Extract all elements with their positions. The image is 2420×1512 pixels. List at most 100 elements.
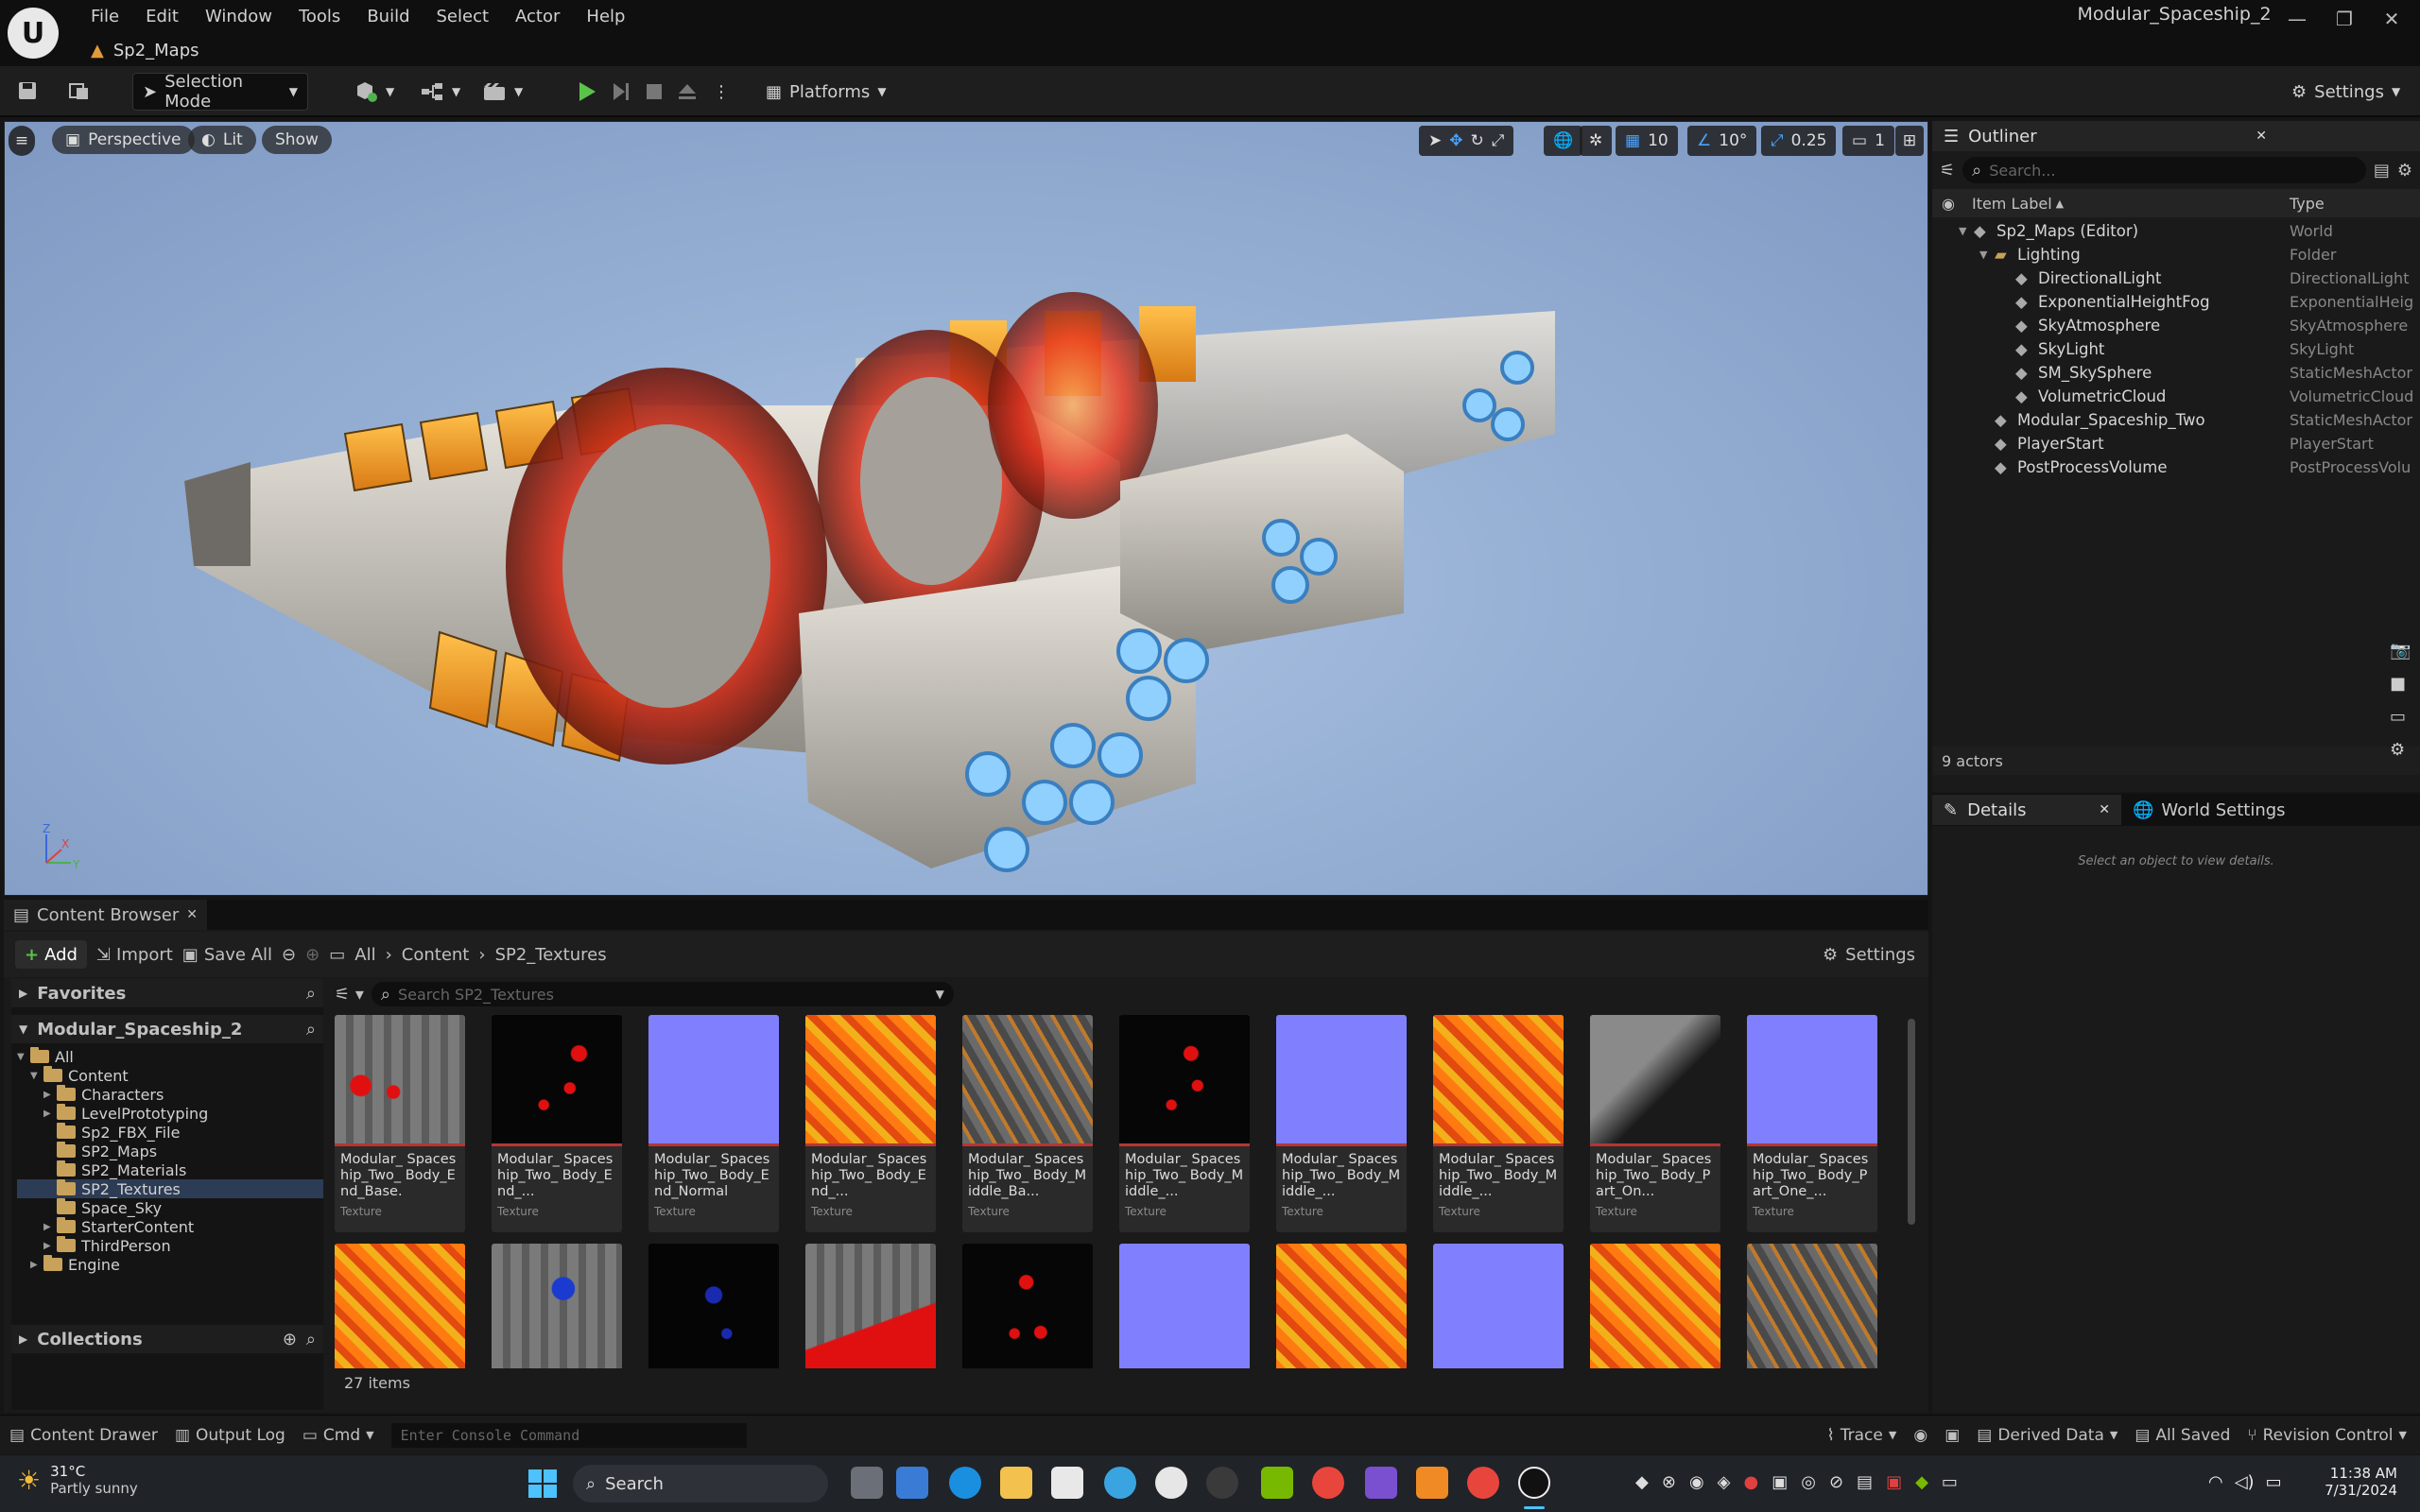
- media-app-icon[interactable]: [1365, 1467, 1397, 1499]
- expand-arrow-icon[interactable]: ▼: [17, 1052, 30, 1062]
- rotation-snap-button[interactable]: ∠ 10°: [1687, 126, 1757, 156]
- record-tray-icon[interactable]: ●: [1744, 1472, 1759, 1492]
- folder-tree-item[interactable]: ▶ Characters: [17, 1085, 323, 1104]
- folder-tree-item[interactable]: ▶ ThirdPerson: [17, 1236, 323, 1255]
- outliner-row[interactable]: ◆ VolumetricCloud VolumetricCloud: [1932, 385, 2420, 408]
- content-drawer-button[interactable]: ▤ Content Drawer: [9, 1426, 158, 1445]
- folder-tree-item[interactable]: SP2_Textures: [17, 1179, 323, 1198]
- cmd-dropdown[interactable]: ▭ Cmd ▼: [302, 1426, 374, 1445]
- browser-icon[interactable]: [1104, 1467, 1136, 1499]
- taskbar-search[interactable]: ⌕ Search: [573, 1465, 828, 1503]
- asset-tile[interactable]: [1590, 1244, 1720, 1368]
- outliner-row[interactable]: ◆ Modular_Spaceship_Two StaticMeshActor: [1932, 408, 2420, 432]
- asset-tile[interactable]: Modular_ Spaceship_Two_ Body_End_Normal T…: [648, 1015, 779, 1232]
- add-collection-icon[interactable]: ⊕: [283, 1330, 297, 1349]
- video-icon[interactable]: ■: [2390, 674, 2411, 694]
- folder-tree-item[interactable]: ▶ StarterContent: [17, 1217, 323, 1236]
- unreal-logo-icon[interactable]: U: [8, 8, 59, 59]
- folder-tree-item[interactable]: SP2_Maps: [17, 1142, 323, 1160]
- viewport-menu-icon[interactable]: ≡: [9, 126, 35, 156]
- settings-button[interactable]: ⚙ Settings ▼: [2282, 73, 2410, 111]
- translate-icon[interactable]: ✥: [1449, 131, 1462, 150]
- asset-tile[interactable]: [1276, 1244, 1407, 1368]
- menu-actor[interactable]: Actor: [502, 7, 573, 26]
- add-button[interactable]: + Add: [15, 940, 87, 969]
- nvidia-icon[interactable]: [1261, 1467, 1293, 1499]
- surface-snap-icon[interactable]: ✲: [1580, 126, 1613, 156]
- outliner-tab[interactable]: ☰ Outliner ✕: [1932, 121, 2420, 151]
- breadcrumb-content[interactable]: Content: [402, 945, 470, 965]
- sublime-icon[interactable]: [1416, 1467, 1448, 1499]
- asset-scrollbar[interactable]: [1908, 1019, 1915, 1225]
- filter-icon[interactable]: ⚟ ▾: [335, 985, 364, 1005]
- chrome-profile-icon[interactable]: [1467, 1467, 1499, 1499]
- import-button[interactable]: ⇲ Import: [96, 945, 173, 965]
- save-icon[interactable]: [8, 72, 47, 110]
- xbox-icon[interactable]: ⊗: [1662, 1472, 1676, 1492]
- folder-tree-item[interactable]: Sp2_FBX_File: [17, 1123, 323, 1142]
- menu-tools[interactable]: Tools: [285, 7, 354, 26]
- eject-icon[interactable]: [667, 73, 707, 111]
- asset-tile[interactable]: Modular_ Spaceship_Two_ Body_End_... Text…: [805, 1015, 936, 1232]
- col-item-label[interactable]: Item Label: [1972, 195, 2052, 213]
- search-icon[interactable]: ⌕: [306, 1330, 316, 1349]
- outliner-row[interactable]: ◆ SkyAtmosphere SkyAtmosphere: [1932, 314, 2420, 337]
- shield-app-icon[interactable]: [1206, 1467, 1238, 1499]
- epic-icon[interactable]: ▣: [1772, 1472, 1788, 1492]
- search-icon[interactable]: ⌕: [306, 1020, 316, 1040]
- console-input[interactable]: Enter Console Command: [390, 1422, 747, 1448]
- collections-section[interactable]: ▶ Collections ⊕ ⌕: [11, 1325, 323, 1353]
- edge-icon[interactable]: [949, 1467, 981, 1499]
- expand-arrow-icon[interactable]: ▼: [1959, 225, 1966, 237]
- platforms-dropdown[interactable]: ▦ Platforms ▼: [756, 73, 896, 111]
- settings-icon[interactable]: ⚙: [2390, 740, 2411, 760]
- chat-tray-icon[interactable]: ▭: [1942, 1472, 1958, 1492]
- asset-tile[interactable]: Modular_ Spaceship_Two_ Body_End_Base. Te…: [335, 1015, 465, 1232]
- expand-arrow-icon[interactable]: ▶: [43, 1222, 57, 1232]
- outliner-row[interactable]: ◆ DirectionalLight DirectionalLight: [1932, 266, 2420, 290]
- clock[interactable]: 11:38 AM 7/31/2024: [2314, 1465, 2397, 1499]
- expand-arrow-icon[interactable]: ▼: [30, 1071, 43, 1081]
- asset-search-input[interactable]: ⌕ Search SP2_Textures ▼: [371, 982, 954, 1006]
- select-icon[interactable]: ➤: [1428, 131, 1442, 150]
- menu-file[interactable]: File: [78, 7, 132, 26]
- github-icon[interactable]: ◎: [1801, 1472, 1816, 1492]
- unreal-taskbar-icon[interactable]: [1518, 1467, 1550, 1499]
- asset-tile[interactable]: Modular_ Spaceship_Two_ Body_End_... Text…: [492, 1015, 622, 1232]
- show-button[interactable]: Show: [262, 126, 332, 154]
- tray-app-icon[interactable]: ◆: [1635, 1472, 1649, 1492]
- gear-icon[interactable]: ⚙: [2397, 161, 2412, 180]
- add-actor-button[interactable]: ▼: [344, 73, 404, 111]
- close-tab-icon[interactable]: ✕: [186, 907, 198, 922]
- store-icon[interactable]: [1051, 1467, 1083, 1499]
- revision-control-dropdown[interactable]: ⑂ Revision Control ▼: [2247, 1426, 2407, 1445]
- menu-help[interactable]: Help: [573, 7, 638, 26]
- lit-button[interactable]: ◐ Lit: [188, 126, 256, 154]
- cinematics-button[interactable]: ▼: [473, 73, 532, 111]
- windows-start-icon[interactable]: [527, 1469, 558, 1499]
- scale-snap-button[interactable]: ⤢ 0.25: [1761, 126, 1837, 156]
- asset-tile[interactable]: [805, 1244, 936, 1368]
- folder-tree-item[interactable]: ▼ All: [17, 1047, 323, 1066]
- grid-snap-button[interactable]: ▦ 10: [1616, 126, 1678, 156]
- asset-tile[interactable]: [1433, 1244, 1564, 1368]
- filter-icon[interactable]: ⚟: [1940, 161, 1955, 180]
- folder-tree-item[interactable]: SP2_Materials: [17, 1160, 323, 1179]
- outliner-row[interactable]: ▼ ◆ Sp2_Maps (Editor) World: [1932, 219, 2420, 243]
- close-tab-icon[interactable]: ✕: [2099, 802, 2110, 817]
- play-options-icon[interactable]: ⋮: [703, 73, 739, 111]
- breadcrumb-all[interactable]: All: [354, 945, 375, 965]
- copilot-icon[interactable]: [896, 1467, 928, 1499]
- level-viewport[interactable]: ≡ ▣ Perspective ◐ Lit Show ➤ ✥ ↻ ⤢ 🌐 ✲ ▦ 10…: [4, 121, 1928, 896]
- asset-tile[interactable]: Modular_ Spaceship_Two_ Body_Middle_... T…: [1119, 1015, 1250, 1232]
- blueprints-button[interactable]: ▼: [410, 73, 470, 111]
- world-local-icon[interactable]: 🌐: [1544, 126, 1583, 156]
- menu-edit[interactable]: Edit: [132, 7, 192, 26]
- project-section[interactable]: ▼ Modular_Spaceship_2 ⌕: [11, 1015, 323, 1043]
- asset-tile[interactable]: [1119, 1244, 1250, 1368]
- world-settings-tab[interactable]: 🌐 World Settings: [2121, 800, 2297, 820]
- asset-tile[interactable]: Modular_ Spaceship_Two_ Body_Part_On... T…: [1590, 1015, 1720, 1232]
- folder-tree-item[interactable]: Space_Sky: [17, 1198, 323, 1217]
- viewport-layout-icon[interactable]: ⊞: [1895, 126, 1924, 156]
- outliner-row[interactable]: ◆ SM_SkySphere StaticMeshActor: [1932, 361, 2420, 385]
